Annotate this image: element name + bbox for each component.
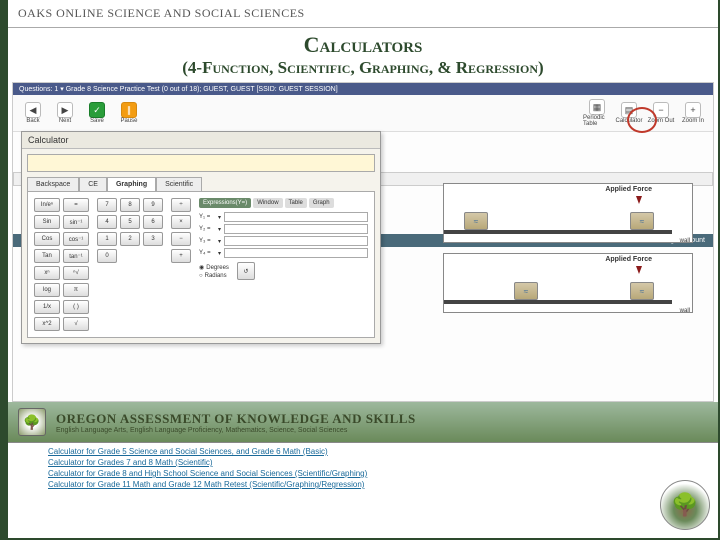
- key[interactable]: =: [63, 198, 89, 212]
- periodic-table-icon: ▦: [589, 99, 605, 115]
- nav-save[interactable]: ✓Save: [83, 102, 111, 124]
- key[interactable]: 9: [143, 198, 163, 212]
- nav-zoom-out[interactable]: −Zoom Out: [647, 102, 675, 124]
- key[interactable]: +: [171, 249, 191, 263]
- key[interactable]: ( ): [63, 300, 89, 314]
- pause-icon: ∥: [121, 102, 137, 118]
- key[interactable]: ÷: [171, 198, 191, 212]
- mode-radians[interactable]: ○Radians: [199, 273, 229, 279]
- key[interactable]: Cos: [34, 232, 60, 246]
- key[interactable]: 7: [97, 198, 117, 212]
- key[interactable]: xⁿ: [34, 266, 60, 280]
- expr-tab[interactable]: Table: [285, 198, 307, 208]
- calculator-title: Calculator: [22, 132, 380, 149]
- next-icon: ▶: [57, 102, 73, 118]
- save-icon: ✓: [89, 102, 105, 118]
- expression-input[interactable]: [224, 224, 368, 234]
- reset-button[interactable]: ↺: [237, 262, 255, 280]
- zoom-out-icon: −: [653, 102, 669, 118]
- back-icon: ◀: [25, 102, 41, 118]
- key[interactable]: 6: [143, 215, 163, 229]
- calculator-links: Calculator for Grade 5 Science and Socia…: [8, 443, 718, 495]
- calculator-popup[interactable]: Calculator BackspaceCEGraphingScientific…: [21, 131, 381, 344]
- key[interactable]: Sin: [34, 215, 60, 229]
- calculator-link[interactable]: Calculator for Grade 8 and High School S…: [48, 469, 678, 478]
- key[interactable]: log: [34, 283, 60, 297]
- key[interactable]: ⁿ√: [63, 266, 89, 280]
- title-sub: (4-Function, Scientific, Graphing, & Reg…: [8, 58, 718, 78]
- physics-diagram: Applied Force ≈ ≈ wall Applied Force ≈ ≈…: [443, 183, 693, 323]
- tree-logo-icon: 🌳: [660, 480, 710, 530]
- key[interactable]: 0: [97, 249, 117, 263]
- key[interactable]: 5: [120, 215, 140, 229]
- question-bar: Questions: 1 ▾ Grade 8 Science Practice …: [13, 83, 713, 95]
- key[interactable]: π: [63, 283, 89, 297]
- calc-tab-ce[interactable]: CE: [79, 177, 107, 191]
- oaks-banner: 🌳 OREGON ASSESSMENT OF KNOWLEDGE AND SKI…: [8, 402, 718, 443]
- key[interactable]: In/eⁿ: [34, 198, 60, 212]
- key[interactable]: 1: [97, 232, 117, 246]
- nav-next[interactable]: ▶Next: [51, 102, 79, 124]
- calculator-link[interactable]: Calculator for Grades 7 and 8 Math (Scie…: [48, 458, 678, 467]
- mode-degrees[interactable]: ◉Degrees: [199, 264, 229, 271]
- expression-input[interactable]: [224, 212, 368, 222]
- expression-input[interactable]: [224, 236, 368, 246]
- nav-calculator[interactable]: ▤Calculator: [615, 102, 643, 124]
- nav-zoom-in[interactable]: +Zoom In: [679, 102, 707, 124]
- key[interactable]: ×: [171, 215, 191, 229]
- expr-tab[interactable]: Graph: [309, 198, 334, 208]
- calc-tab-backspace[interactable]: Backspace: [27, 177, 79, 191]
- key[interactable]: Tan: [34, 249, 60, 263]
- expr-tab[interactable]: Expressions(Y=): [199, 198, 251, 208]
- calc-tab-graphing[interactable]: Graphing: [107, 177, 156, 191]
- title-main: Calculators: [8, 32, 718, 58]
- calculator-icon: ▤: [621, 102, 637, 118]
- key[interactable]: 1/x: [34, 300, 60, 314]
- key[interactable]: x^2: [34, 317, 60, 331]
- nav-pause[interactable]: ∥Pause: [115, 102, 143, 124]
- expr-tab[interactable]: Window: [253, 198, 282, 208]
- nav-back[interactable]: ◀Back: [19, 102, 47, 124]
- expression-input[interactable]: [224, 248, 368, 258]
- test-nav-toolbar: ◀Back▶Next✓Save∥Pause ▦Periodic Table▤Ca…: [13, 95, 713, 132]
- zoom-in-icon: +: [685, 102, 701, 118]
- key[interactable]: 8: [120, 198, 140, 212]
- calc-tab-scientific[interactable]: Scientific: [156, 177, 202, 191]
- key[interactable]: 2: [120, 232, 140, 246]
- oaks-small-logo-icon: 🌳: [18, 408, 46, 436]
- key[interactable]: sin⁻¹: [63, 215, 89, 229]
- key[interactable]: tan⁻¹: [63, 249, 89, 263]
- oaks-brand-sub: English Language Arts, English Language …: [56, 427, 416, 434]
- calculator-link[interactable]: Calculator for Grade 11 Math and Grade 1…: [48, 480, 678, 489]
- nav-periodic-table[interactable]: ▦Periodic Table: [583, 99, 611, 127]
- slide-header: OAKS ONLINE SCIENCE AND SOCIAL SCIENCES: [8, 0, 718, 28]
- key[interactable]: −: [171, 232, 191, 246]
- calculator-link[interactable]: Calculator for Grade 5 Science and Socia…: [48, 447, 678, 456]
- key[interactable]: √: [63, 317, 89, 331]
- calculator-display[interactable]: [27, 154, 375, 172]
- key[interactable]: 4: [97, 215, 117, 229]
- embedded-screenshot: Questions: 1 ▾ Grade 8 Science Practice …: [12, 82, 714, 402]
- key[interactable]: 3: [143, 232, 163, 246]
- key[interactable]: cos⁻¹: [63, 232, 89, 246]
- oaks-brand-title: OREGON ASSESSMENT OF KNOWLEDGE AND SKILL…: [56, 411, 416, 427]
